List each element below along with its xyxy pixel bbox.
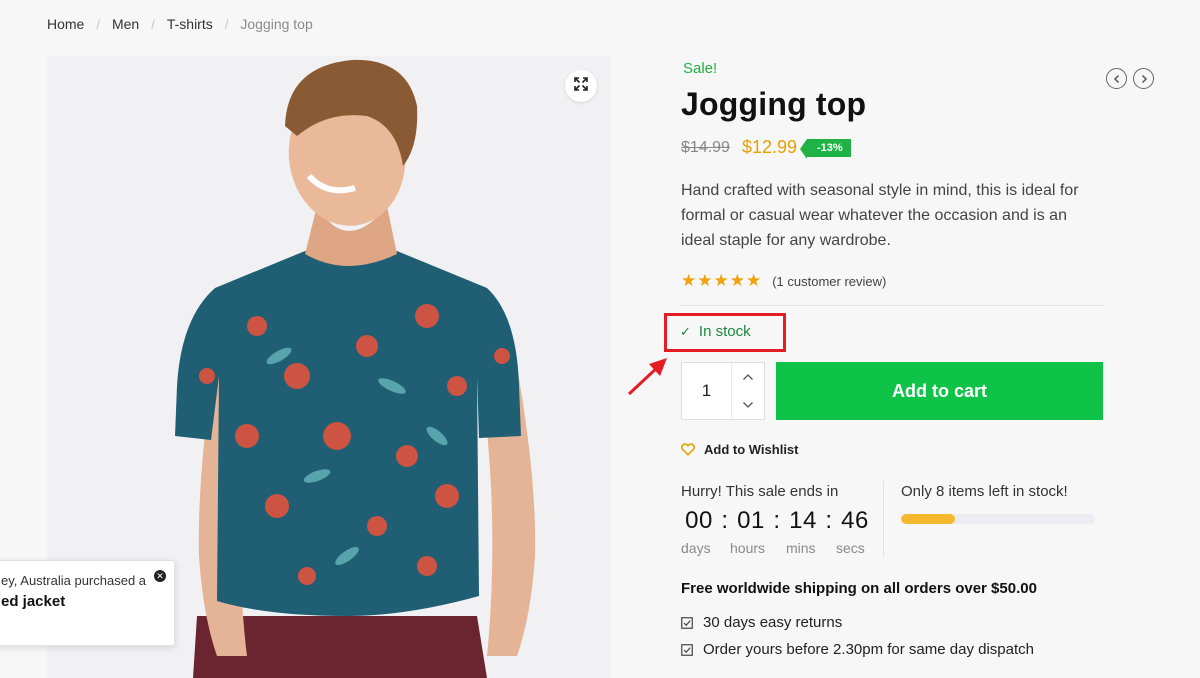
next-product-button[interactable] xyxy=(1133,68,1154,89)
countdown-timer: 00 : 01 : 14 : 46 xyxy=(681,507,873,535)
breadcrumb-tshirts[interactable]: T-shirts xyxy=(167,16,213,32)
sale-price: $12.99 xyxy=(741,137,797,157)
countdown-label-hours: hours xyxy=(730,540,766,556)
add-to-wishlist-link[interactable]: Add to Wishlist xyxy=(681,442,799,457)
notification-text: ey, Australia purchased a xyxy=(1,573,147,588)
rating: ★★★★★ (1 customer review) xyxy=(681,271,886,291)
scarcity-progress-bar xyxy=(901,514,1095,524)
chevron-down-icon[interactable] xyxy=(742,401,754,409)
countdown-days: 00 xyxy=(685,507,713,534)
expand-icon xyxy=(574,76,588,96)
countdown-colon: : xyxy=(825,507,833,534)
chevron-right-icon xyxy=(1141,74,1147,83)
countdown-title: Hurry! This sale ends in xyxy=(681,483,839,500)
scarcity-text: Only 8 items left in stock! xyxy=(901,483,1068,500)
breadcrumb-separator: / xyxy=(224,16,229,32)
countdown-secs: 46 xyxy=(841,507,869,534)
quantity-steps xyxy=(732,363,764,419)
stock-status: ✓ In stock xyxy=(680,323,751,340)
perk-item: Order yours before 2.30pm for same day d… xyxy=(681,641,1034,658)
product-nav xyxy=(1106,68,1154,89)
wishlist-label: Add to Wishlist xyxy=(704,442,799,457)
breadcrumb-men[interactable]: Men xyxy=(112,16,139,32)
quantity-stepper[interactable]: 1 xyxy=(681,362,765,420)
stock-status-label: In stock xyxy=(698,323,751,340)
notification-product[interactable]: ed jacket xyxy=(1,593,65,610)
perk-label: Order yours before 2.30pm for same day d… xyxy=(703,641,1034,658)
divider xyxy=(681,305,1103,306)
countdown-colon: : xyxy=(773,507,781,534)
check-icon: ✓ xyxy=(680,323,691,339)
countdown-mins: 14 xyxy=(789,507,817,534)
old-price: $14.99 xyxy=(681,138,730,156)
countdown-hours: 01 xyxy=(737,507,765,534)
countdown-label-secs: secs xyxy=(836,540,865,556)
perk-item: 30 days easy returns xyxy=(681,614,842,631)
product-description: Hand crafted with seasonal style in mind… xyxy=(681,182,1079,249)
purchase-notification[interactable]: ey, Australia purchased a ed jacket ✕ xyxy=(0,560,175,646)
product-title: Jogging top xyxy=(681,86,867,122)
expand-image-button[interactable] xyxy=(565,70,597,102)
checkbox-icon xyxy=(681,616,693,629)
checkbox-icon xyxy=(681,643,693,656)
annotation-arrow-icon xyxy=(627,358,667,396)
breadcrumb-current: Jogging top xyxy=(240,16,313,32)
add-to-cart-button[interactable]: Add to cart xyxy=(776,362,1103,420)
price-block: $14.99 $12.99 -13% xyxy=(681,137,851,159)
breadcrumb-home[interactable]: Home xyxy=(47,16,84,32)
countdown-label-days: days xyxy=(681,540,711,556)
breadcrumb: Home / Men / T-shirts / Jogging top xyxy=(47,16,313,32)
close-icon[interactable]: ✕ xyxy=(154,570,166,582)
perk-label: 30 days easy returns xyxy=(703,614,843,631)
star-rating: ★★★★★ xyxy=(681,271,763,290)
previous-product-button[interactable] xyxy=(1106,68,1127,89)
countdown-colon: : xyxy=(721,507,729,534)
quantity-input[interactable]: 1 xyxy=(682,363,732,419)
chevron-left-icon xyxy=(1113,74,1119,83)
sale-label: Sale! xyxy=(683,60,718,77)
review-count-link[interactable]: (1 customer review) xyxy=(772,274,886,289)
discount-badge: -13% xyxy=(800,138,851,159)
breadcrumb-separator: / xyxy=(96,16,100,32)
countdown-label-mins: mins xyxy=(786,540,816,556)
divider xyxy=(883,481,884,556)
breadcrumb-separator: / xyxy=(151,16,155,32)
heart-icon xyxy=(681,443,695,456)
shipping-headline: Free worldwide shipping on all orders ov… xyxy=(681,580,1037,597)
scarcity-progress-fill xyxy=(901,514,956,524)
chevron-up-icon[interactable] xyxy=(742,373,754,381)
